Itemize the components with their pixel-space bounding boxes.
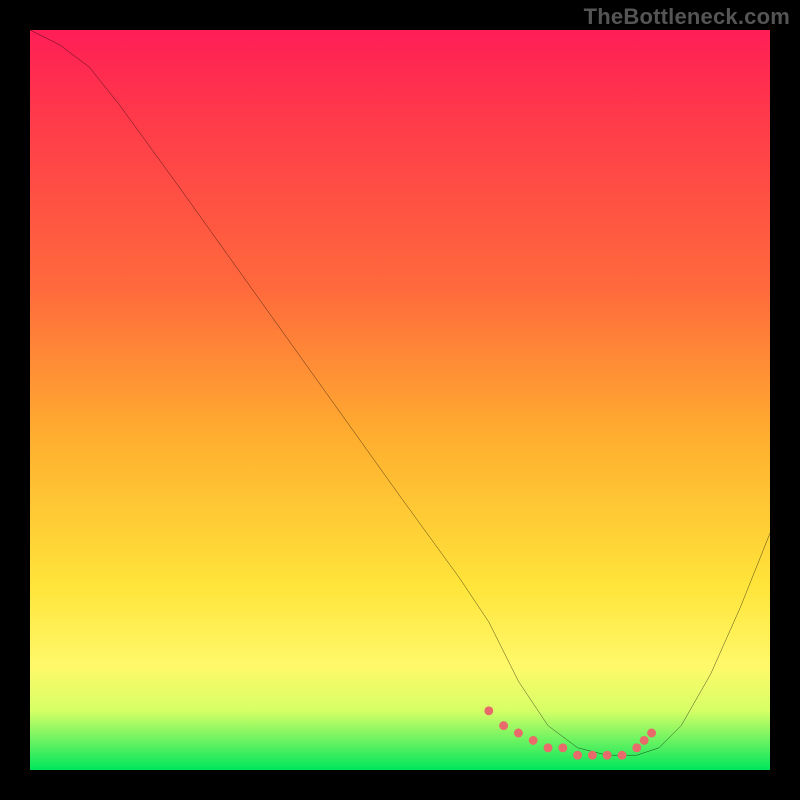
plot-area bbox=[30, 30, 770, 770]
highlight-dot bbox=[640, 736, 649, 745]
highlight-dot bbox=[544, 743, 553, 752]
highlight-dot bbox=[573, 751, 582, 760]
highlight-dot bbox=[529, 736, 538, 745]
chart-frame: TheBottleneck.com bbox=[0, 0, 800, 800]
highlight-dot bbox=[588, 751, 597, 760]
highlight-dot bbox=[484, 706, 493, 715]
highlight-dot bbox=[558, 743, 567, 752]
curve-layer bbox=[30, 30, 770, 770]
highlight-dot bbox=[514, 729, 523, 738]
highlight-dot bbox=[603, 751, 612, 760]
highlight-dot bbox=[618, 751, 627, 760]
highlight-dot bbox=[632, 743, 641, 752]
bottleneck-curve bbox=[30, 30, 770, 755]
watermark-text: TheBottleneck.com bbox=[584, 4, 790, 30]
highlight-dot bbox=[499, 721, 508, 730]
highlight-dot bbox=[647, 729, 656, 738]
